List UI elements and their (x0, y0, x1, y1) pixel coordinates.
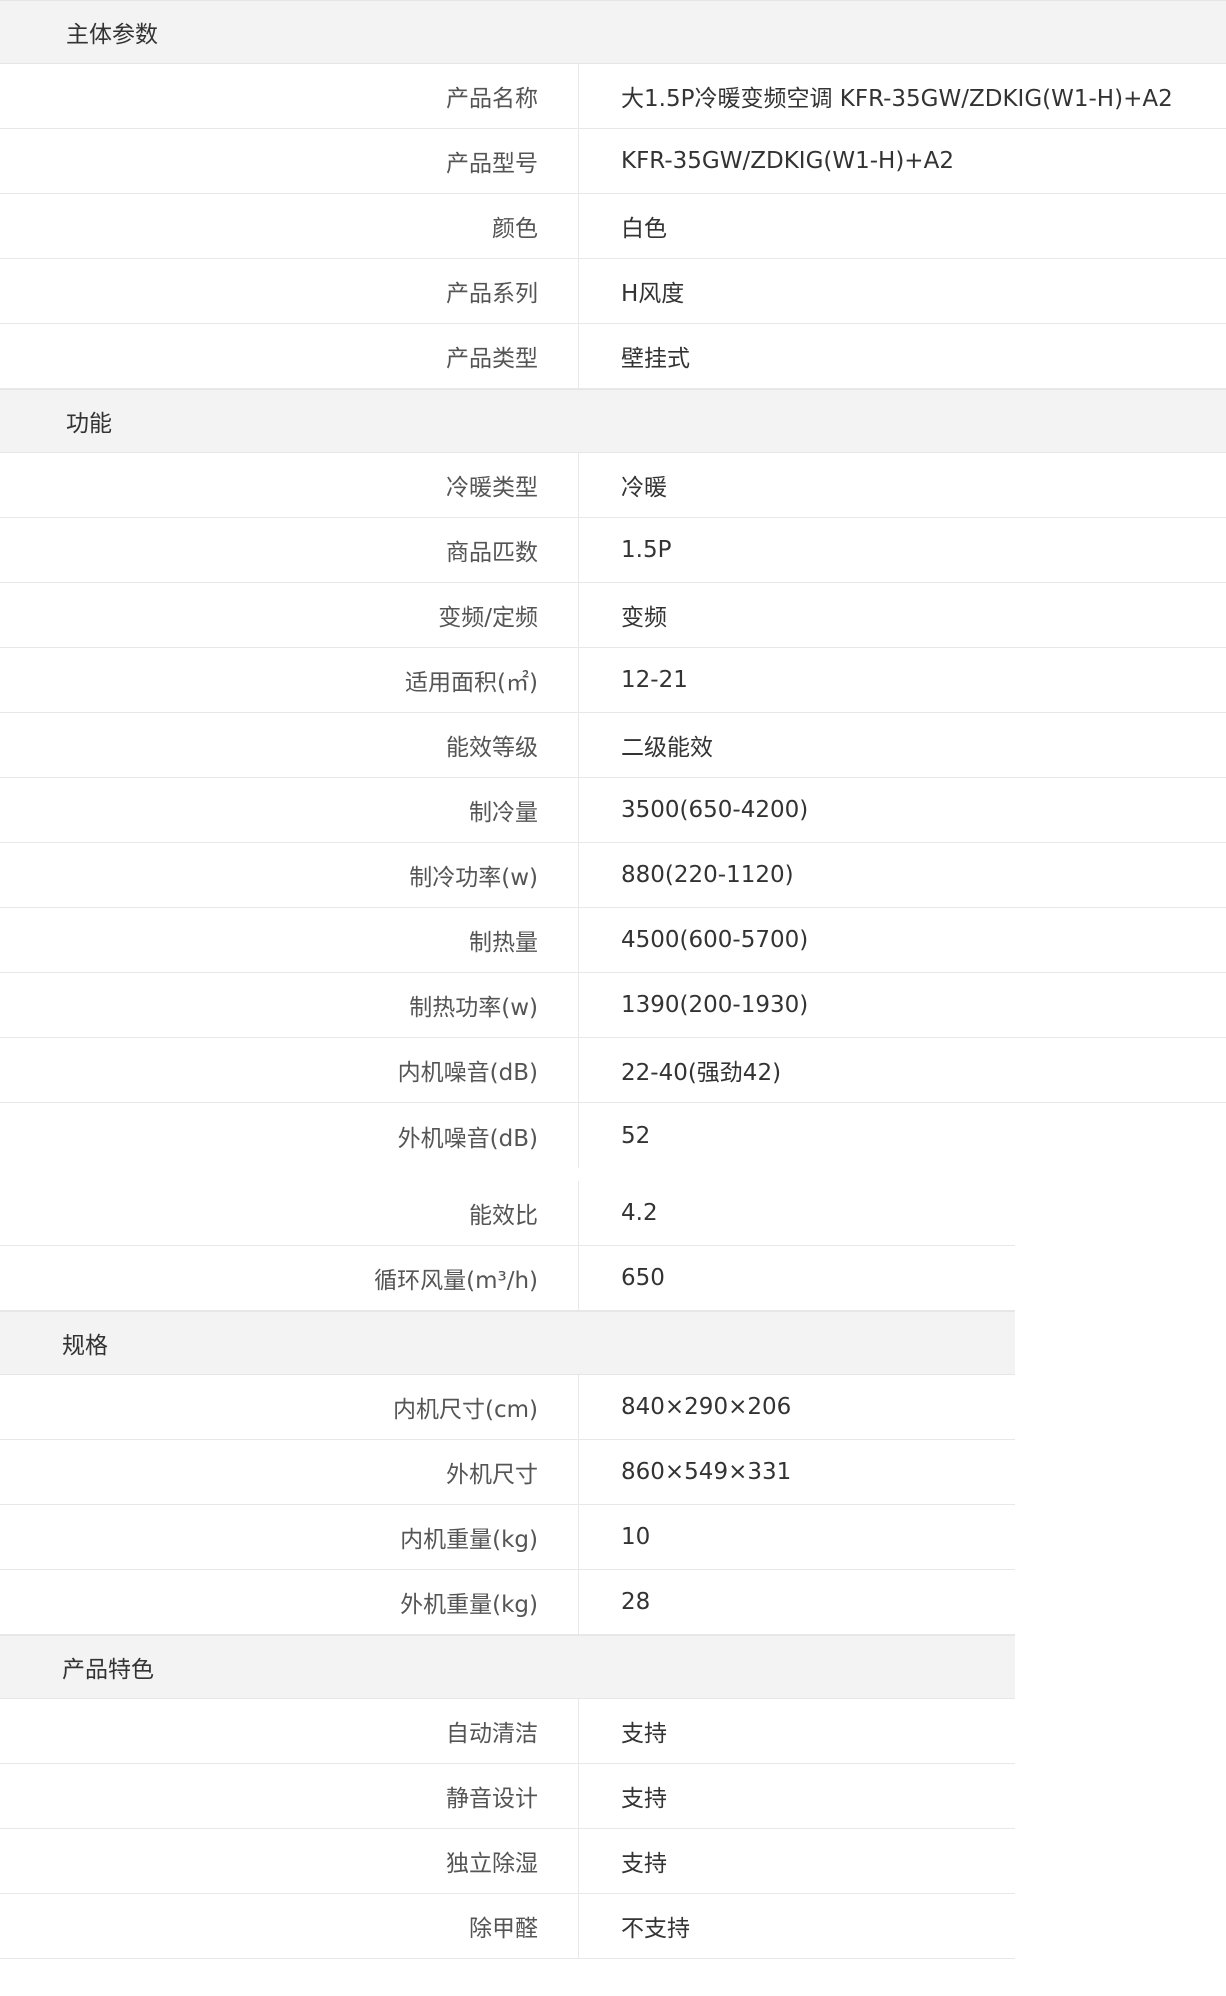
spec-row: 自动清洁 支持 (0, 1699, 1015, 1764)
spec-value: 壁挂式 (578, 324, 1226, 388)
spec-value: 支持 (578, 1764, 1015, 1828)
spec-row: 外机重量(kg) 28 (0, 1570, 1015, 1635)
spec-row: 独立除湿 支持 (0, 1829, 1015, 1894)
spec-value: 4.2 (578, 1181, 1015, 1245)
spec-row: 外机噪音(dB) 52 (0, 1103, 1226, 1168)
spec-row: 适用面积(㎡) 12-21 (0, 648, 1226, 713)
spec-label: 制冷量 (469, 800, 538, 826)
spec-row: 产品型号 KFR-35GW/ZDKIG(W1-H)+A2 (0, 129, 1226, 194)
spec-row: 制热功率(w) 1390(200-1930) (0, 973, 1226, 1038)
section-title: 规格 (62, 1333, 108, 1359)
spec-label: 静音设计 (446, 1786, 538, 1812)
spec-row: 变频/定频 变频 (0, 583, 1226, 648)
spec-row: 循环风量(m³/h) 650 (0, 1246, 1015, 1311)
section-header-functions: 功能 (0, 389, 1226, 453)
spec-row: 制冷功率(w) 880(220-1120) (0, 843, 1226, 908)
spec-label: 制热量 (469, 930, 538, 956)
spec-value: 冷暖 (578, 453, 1226, 517)
spec-value: 1390(200-1930) (578, 973, 1226, 1037)
spec-label: 产品系列 (446, 281, 538, 307)
spec-value: 1.5P (578, 518, 1226, 582)
spec-value: 白色 (578, 194, 1226, 258)
spec-label: 产品型号 (446, 151, 538, 177)
spec-value: 880(220-1120) (578, 843, 1226, 907)
spec-value: 10 (578, 1505, 1015, 1569)
section-header-specs: 规格 (0, 1311, 1015, 1375)
section-header-main-params: 主体参数 (0, 0, 1226, 64)
spec-label: 制冷功率(w) (409, 865, 538, 891)
spec-value: KFR-35GW/ZDKIG(W1-H)+A2 (578, 129, 1226, 193)
spec-row: 静音设计 支持 (0, 1764, 1015, 1829)
section-title: 主体参数 (66, 22, 158, 48)
spec-label: 独立除湿 (446, 1851, 538, 1877)
spec-row: 制热量 4500(600-5700) (0, 908, 1226, 973)
spec-value: 4500(600-5700) (578, 908, 1226, 972)
spec-row: 产品名称 大1.5P冷暖变频空调 KFR-35GW/ZDKIG(W1-H)+A2 (0, 64, 1226, 129)
spec-value: 28 (578, 1570, 1015, 1634)
spec-label: 变频/定频 (438, 605, 538, 631)
spec-row: 能效等级 二级能效 (0, 713, 1226, 778)
spec-value: 大1.5P冷暖变频空调 KFR-35GW/ZDKIG(W1-H)+A2 (578, 64, 1226, 128)
section-title: 产品特色 (62, 1657, 154, 1683)
spec-label: 内机噪音(dB) (397, 1060, 538, 1086)
spec-label: 内机尺寸(cm) (393, 1397, 538, 1423)
spec-label: 除甲醛 (469, 1916, 538, 1942)
spec-value: H风度 (578, 259, 1226, 323)
spec-label: 外机尺寸 (446, 1462, 538, 1488)
spec-label: 能效比 (469, 1203, 538, 1229)
spec-row: 产品类型 壁挂式 (0, 324, 1226, 389)
spec-row: 制冷量 3500(650-4200) (0, 778, 1226, 843)
spec-value: 支持 (578, 1699, 1015, 1763)
spec-row: 外机尺寸 860×549×331 (0, 1440, 1015, 1505)
spec-label: 外机噪音(dB) (397, 1125, 538, 1152)
spec-value: 860×549×331 (578, 1440, 1015, 1504)
section-title: 功能 (66, 411, 112, 437)
spec-table-upper: 主体参数 产品名称 大1.5P冷暖变频空调 KFR-35GW/ZDKIG(W1-H… (0, 0, 1226, 1168)
spec-row: 内机噪音(dB) 22-40(强劲42) (0, 1038, 1226, 1103)
spec-value: 12-21 (578, 648, 1226, 712)
spec-label: 自动清洁 (446, 1721, 538, 1747)
spec-row: 内机尺寸(cm) 840×290×206 (0, 1375, 1015, 1440)
spec-table-lower: 能效比 4.2 循环风量(m³/h) 650 规格 内机尺寸(cm) 840×290×… (0, 1181, 1015, 1959)
spec-row: 能效比 4.2 (0, 1181, 1015, 1246)
spec-label: 外机重量(kg) (400, 1592, 538, 1618)
spec-row: 冷暖类型 冷暖 (0, 453, 1226, 518)
spec-row: 除甲醛 不支持 (0, 1894, 1015, 1959)
spec-label: 颜色 (492, 216, 538, 242)
spec-label: 产品类型 (446, 346, 538, 372)
spec-label: 制热功率(w) (409, 995, 538, 1021)
spec-value: 支持 (578, 1829, 1015, 1893)
spec-label: 适用面积(㎡) (405, 670, 538, 696)
spec-value: 52 (578, 1103, 1226, 1168)
spec-row: 商品匹数 1.5P (0, 518, 1226, 583)
spec-label: 能效等级 (446, 735, 538, 761)
spec-row: 内机重量(kg) 10 (0, 1505, 1015, 1570)
spec-value: 840×290×206 (578, 1375, 1015, 1439)
spec-value: 22-40(强劲42) (578, 1038, 1226, 1102)
spec-row: 颜色 白色 (0, 194, 1226, 259)
spec-row: 产品系列 H风度 (0, 259, 1226, 324)
spec-value: 650 (578, 1246, 1015, 1310)
spec-label: 冷暖类型 (446, 475, 538, 501)
spec-value: 不支持 (578, 1894, 1015, 1958)
spec-label: 循环风量(m³/h) (374, 1268, 538, 1294)
spec-label: 内机重量(kg) (400, 1527, 538, 1553)
spec-value: 二级能效 (578, 713, 1226, 777)
spec-label: 产品名称 (446, 86, 538, 112)
section-header-features: 产品特色 (0, 1635, 1015, 1699)
spec-label: 商品匹数 (446, 540, 538, 566)
spec-value: 变频 (578, 583, 1226, 647)
spec-value: 3500(650-4200) (578, 778, 1226, 842)
